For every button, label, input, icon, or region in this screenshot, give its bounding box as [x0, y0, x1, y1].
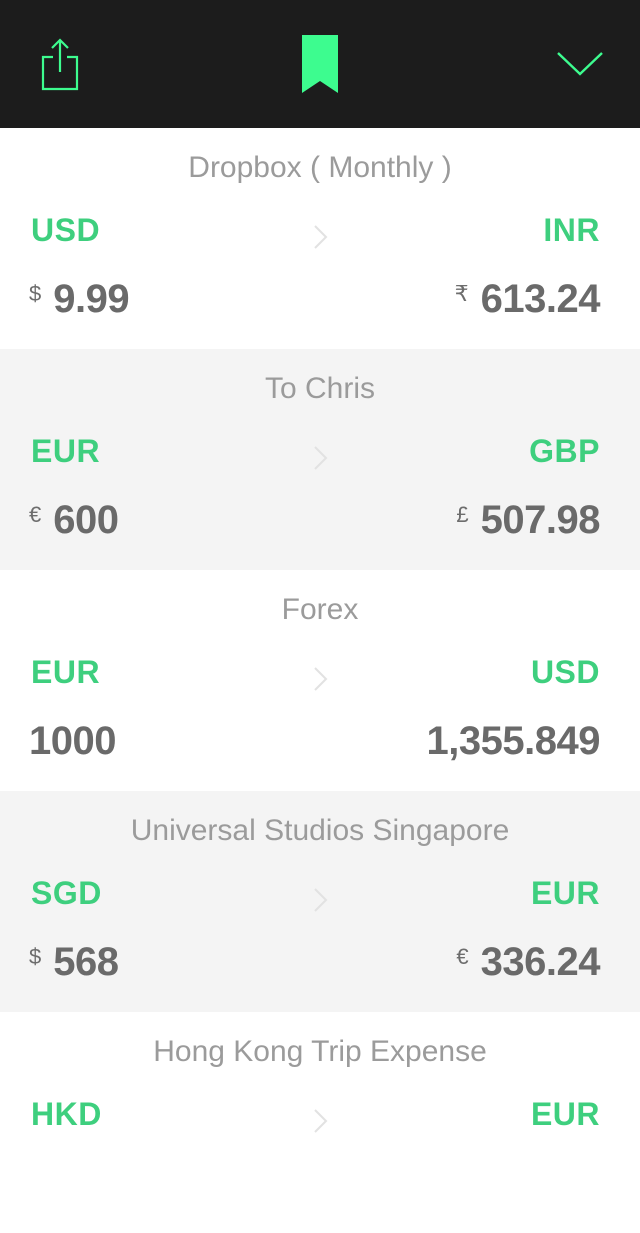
from-currency-symbol: $ [29, 944, 42, 969]
conversion-title: Universal Studios Singapore [130, 814, 510, 847]
from-currency-code: EUR [31, 433, 101, 469]
to-amount: 507.98 [480, 498, 601, 542]
to-amount-group: £ 507.98 [456, 495, 600, 545]
conversion-title: Forex [281, 593, 359, 626]
to-amount: 1,355.849 [426, 719, 601, 763]
to-amount: 336.24 [480, 940, 601, 984]
share-button[interactable] [20, 0, 100, 128]
from-currency-code: SGD [31, 875, 102, 911]
conversion-card[interactable]: Forex EUR USD 1000 1,355.849 [0, 570, 640, 791]
conversion-card[interactable]: Dropbox ( Monthly ) USD INR $ 9.99 ₹ 613… [0, 128, 640, 349]
arrow-right-icon [314, 225, 328, 249]
to-currency-code: EUR [530, 875, 600, 911]
chevron-down-icon [557, 52, 603, 76]
to-currency-symbol: ₹ [454, 281, 469, 306]
conversion-title: Dropbox ( Monthly ) [188, 151, 452, 184]
to-currency-code: EUR [530, 1096, 600, 1132]
conversion-list: Dropbox ( Monthly ) USD INR $ 9.99 ₹ 613… [0, 128, 640, 1233]
from-amount: 568 [53, 940, 119, 984]
top-toolbar [0, 0, 640, 128]
from-amount-group: 1000 [29, 716, 116, 766]
to-currency-symbol: € [456, 944, 469, 969]
from-amount: 9.99 [53, 277, 130, 321]
arrow-right-icon [314, 1109, 328, 1133]
to-amount-group: ₹ 613.24 [454, 274, 601, 324]
bookmark-icon [302, 35, 338, 93]
arrow-right-icon [314, 667, 328, 691]
conversion-card[interactable]: To Chris EUR GBP € 600 £ 507.98 [0, 349, 640, 570]
conversion-card[interactable]: Universal Studios Singapore SGD EUR $ 56… [0, 791, 640, 1012]
from-amount-group: $ 9.99 [29, 274, 130, 324]
from-amount: 600 [53, 498, 119, 542]
from-amount-group: $ 568 [29, 937, 119, 987]
arrow-right-icon [314, 446, 328, 470]
collapse-button[interactable] [540, 0, 620, 128]
from-currency-code: EUR [31, 654, 101, 690]
to-currency-code: USD [530, 654, 600, 690]
share-icon [41, 38, 79, 91]
from-currency-symbol: $ [29, 281, 42, 306]
to-currency-code: GBP [529, 433, 600, 469]
to-currency-symbol: £ [456, 502, 469, 527]
to-amount-group: € 336.24 [456, 937, 600, 987]
conversion-title: To Chris [264, 372, 376, 405]
from-amount-group: € 600 [29, 495, 119, 545]
to-amount-group: 1,355.849 [426, 716, 601, 766]
arrow-right-icon [314, 888, 328, 912]
bookmarks-button[interactable] [280, 0, 360, 128]
conversion-title: Hong Kong Trip Expense [153, 1035, 487, 1068]
from-amount: 1000 [29, 719, 116, 763]
to-currency-code: INR [543, 212, 600, 248]
from-currency-symbol: € [29, 502, 42, 527]
from-currency-code: HKD [31, 1096, 102, 1132]
from-currency-code: USD [31, 212, 101, 248]
conversion-card[interactable]: Hong Kong Trip Expense HKD EUR [0, 1012, 640, 1233]
to-amount: 613.24 [480, 277, 601, 321]
